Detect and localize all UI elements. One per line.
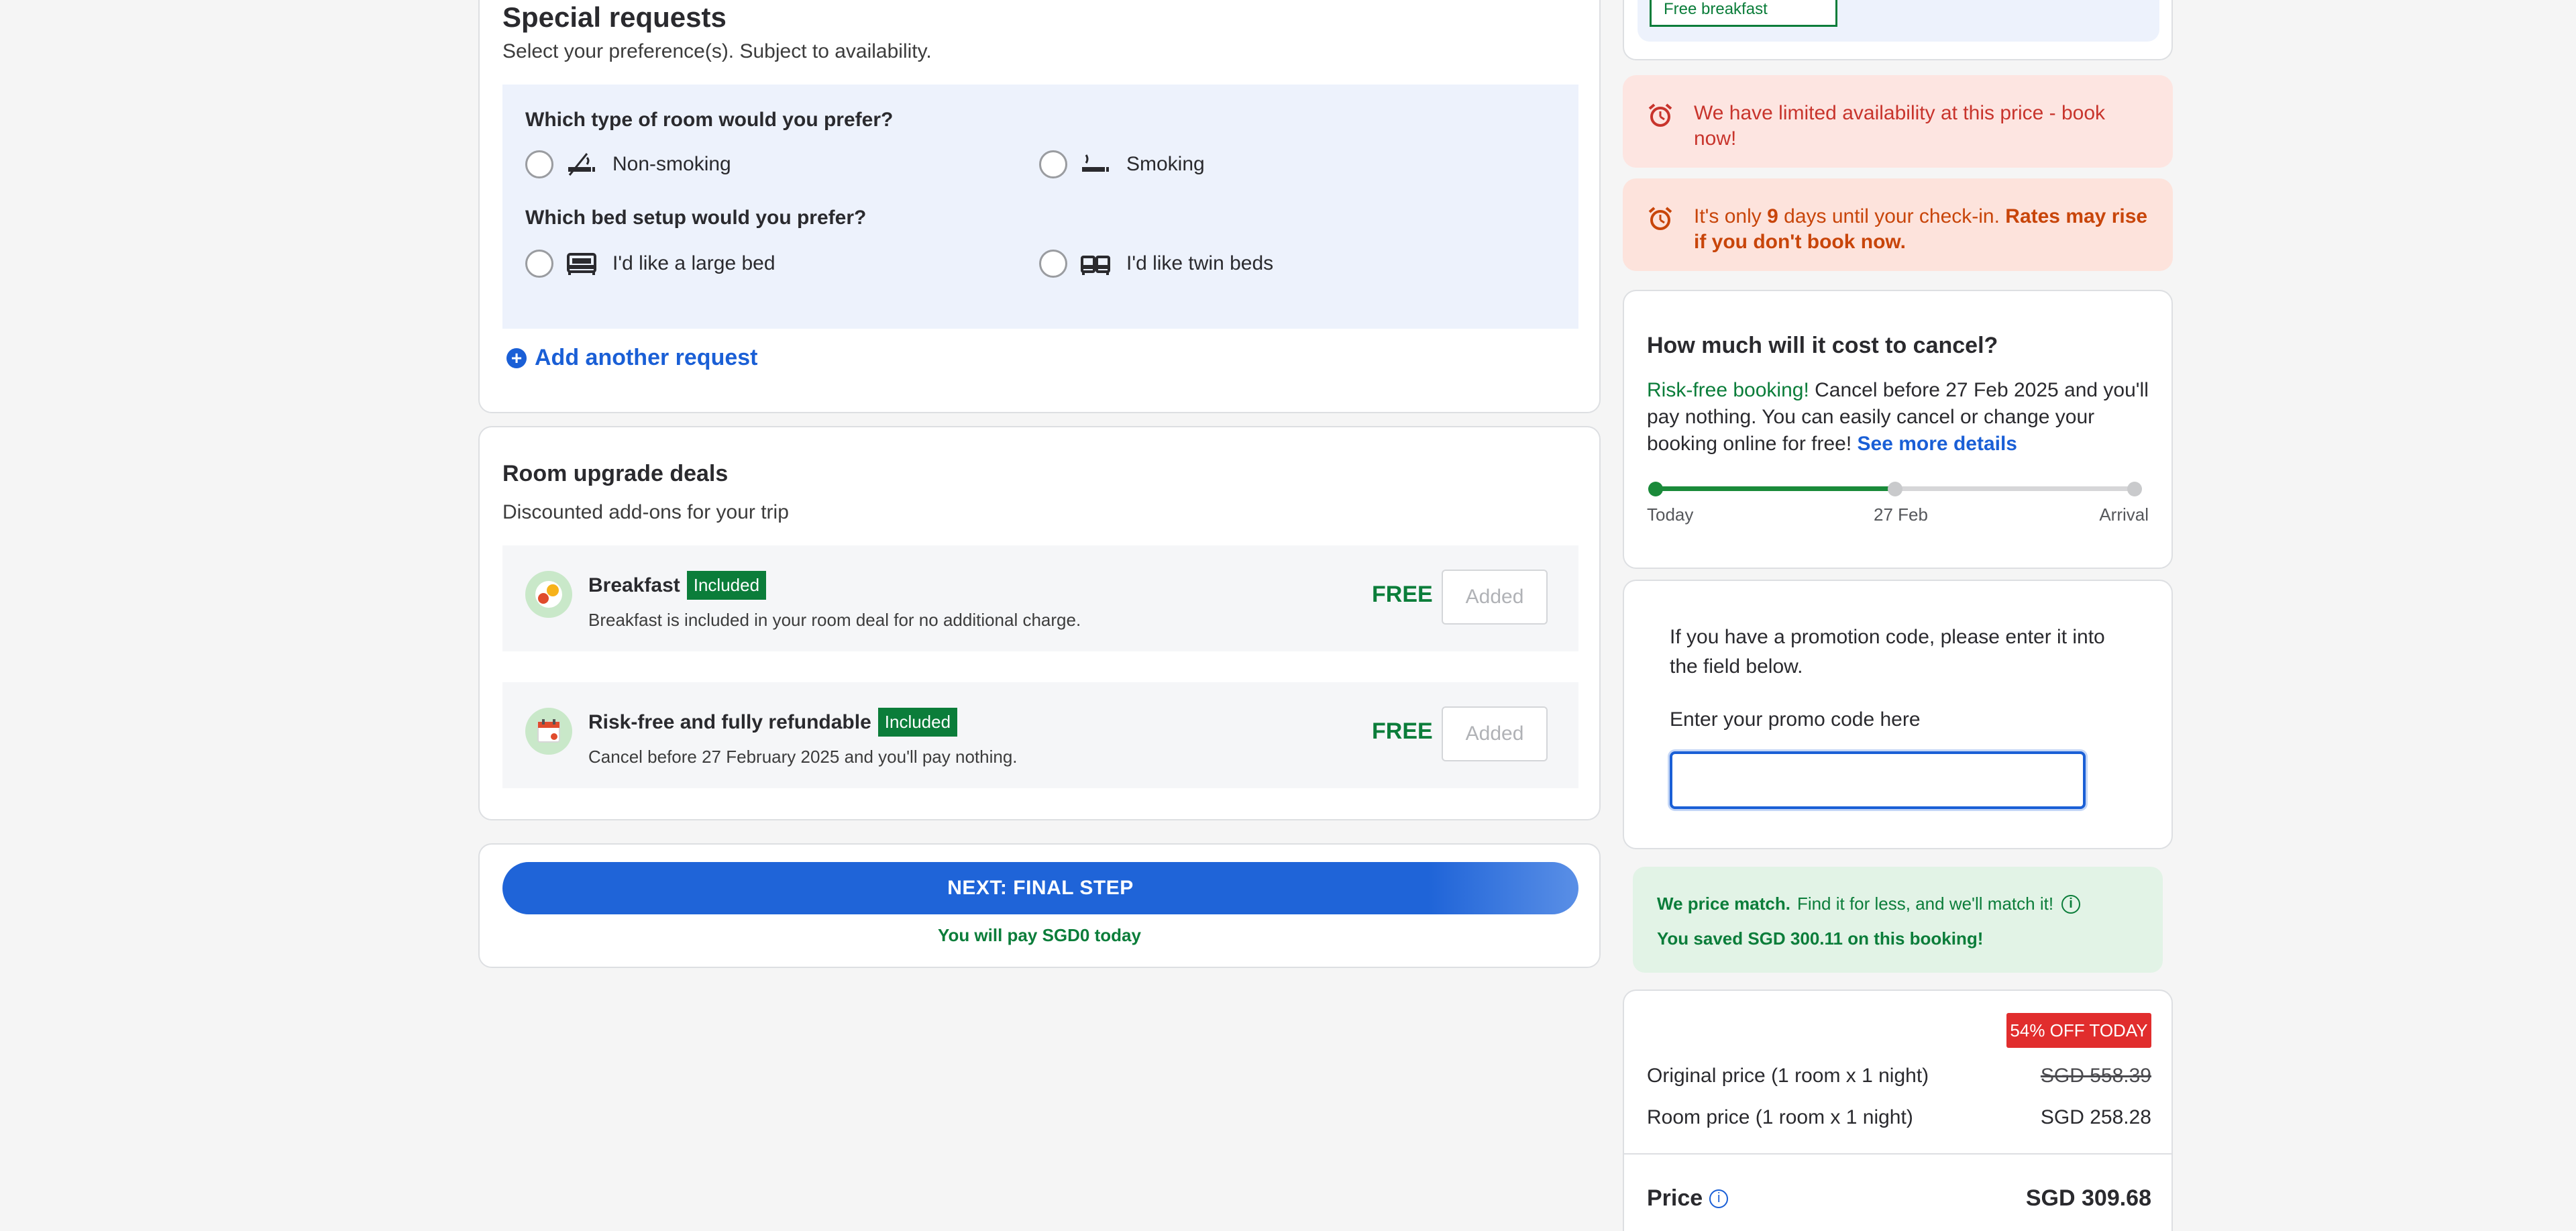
timeline-label-deadline: 27 Feb	[1874, 504, 1928, 525]
limited-availability-alert: We have limited availability at this pri…	[1623, 75, 2173, 168]
price-divider	[1624, 1153, 2171, 1155]
risk-free-label: Risk-free booking!	[1647, 379, 1809, 401]
non-smoking-radio[interactable]	[525, 150, 553, 178]
non-smoking-label: Non-smoking	[612, 153, 731, 175]
room-summary-inner: Free breakfast	[1638, 0, 2159, 42]
limited-availability-text: We have limited availability at this pri…	[1694, 102, 2106, 150]
alarm-clock-icon	[1647, 102, 1674, 129]
room-upgrade-card: Room upgrade deals Discounted add-ons fo…	[478, 426, 1601, 820]
twin-beds-label: I'd like twin beds	[1126, 252, 1274, 274]
room-price-row: Room price (1 room x 1 night) SGD 258.28	[1647, 1106, 2151, 1129]
deal-breakfast-title: Breakfast Included	[588, 571, 767, 600]
smoking-icon	[1081, 151, 1113, 178]
add-request-label: Add another request	[535, 345, 758, 370]
twin-beds-icon	[1081, 250, 1113, 277]
cancel-title: How much will it cost to cancel?	[1647, 333, 1998, 358]
checkin-days-text: It's only 9 days until your check-in. Ra…	[1694, 204, 2153, 255]
info-icon[interactable]: i	[2061, 894, 2081, 914]
days-count: 9	[1767, 205, 1778, 227]
twin-beds-option[interactable]: I'd like twin beds	[1039, 250, 1273, 278]
pay-today-note: You will pay SGD0 today	[938, 925, 1141, 945]
cancel-text: Risk-free booking! Cancel before 27 Feb …	[1647, 377, 2157, 458]
deal-breakfast: Breakfast Included Breakfast is included…	[502, 545, 1578, 651]
timeline-dot-arrival	[2127, 482, 2142, 496]
deal-refundable: Risk-free and fully refundable Included …	[502, 682, 1578, 788]
checkin-days-alert: It's only 9 days until your check-in. Ra…	[1623, 178, 2173, 271]
included-badge: Included	[686, 571, 767, 600]
smoking-label: Smoking	[1126, 153, 1205, 175]
original-price-label: Original price (1 room x 1 night)	[1647, 1065, 1929, 1087]
next-step-card: NEXT: FINAL STEP You will pay SGD0 today	[478, 843, 1601, 968]
twin-beds-radio[interactable]	[1039, 250, 1067, 278]
included-badge: Included	[877, 708, 958, 737]
add-request-link[interactable]: + Add another request	[506, 345, 757, 371]
large-bed-radio[interactable]	[525, 250, 553, 278]
days-mid: days until your check-in.	[1778, 205, 2006, 227]
deal-refundable-desc: Cancel before 27 February 2025 and you'l…	[588, 747, 1018, 767]
large-bed-icon	[567, 250, 599, 277]
special-requests-card: Special requests Select your preference(…	[478, 0, 1601, 413]
alarm-clock-icon	[1647, 205, 1674, 232]
deal-breakfast-name: Breakfast	[588, 574, 680, 596]
calendar-icon	[525, 708, 572, 755]
deal-refundable-title: Risk-free and fully refundable Included	[588, 708, 958, 737]
promo-code-card: If you have a promotion code, please ent…	[1623, 580, 2173, 849]
total-price-label-wrap: Price i	[1647, 1185, 1729, 1212]
promo-label: Enter your promo code here	[1670, 708, 1921, 731]
price-breakdown-card: 54% OFF TODAY Original price (1 room x 1…	[1623, 989, 2173, 1231]
total-price-value: SGD 309.68	[2025, 1185, 2151, 1211]
total-price-row: Price i SGD 309.68	[1647, 1185, 2151, 1212]
original-price-value: SGD 558.39	[2040, 1065, 2151, 1087]
price-match-text: Find it for less, and we'll match it!	[1796, 894, 2054, 914]
cancel-timeline	[1648, 482, 2142, 496]
plus-circle-icon: +	[506, 347, 527, 368]
price-info-icon[interactable]: i	[1709, 1189, 1729, 1208]
original-price-row: Original price (1 room x 1 night) SGD 55…	[1647, 1065, 2151, 1087]
timeline-label-today: Today	[1647, 504, 1694, 525]
breakfast-added-button[interactable]: Added	[1442, 570, 1548, 625]
deal-breakfast-price: FREE	[1372, 582, 1433, 607]
upgrade-subtitle: Discounted add-ons for your trip	[502, 501, 789, 523]
promo-instructions: If you have a promotion code, please ent…	[1670, 626, 2105, 678]
timeline-dot-today	[1648, 482, 1663, 496]
deal-refundable-name: Risk-free and fully refundable	[588, 710, 871, 733]
next-final-step-button[interactable]: NEXT: FINAL STEP	[502, 862, 1578, 914]
price-match-banner: We price match. Find it for less, and we…	[1633, 867, 2163, 973]
free-breakfast-chip: Free breakfast	[1650, 0, 1837, 27]
timeline-progress	[1648, 486, 1895, 491]
timeline-label-arrival: Arrival	[2099, 504, 2149, 525]
room-price-value: SGD 258.28	[2040, 1106, 2151, 1128]
no-smoking-icon	[567, 151, 599, 178]
promo-code-input[interactable]	[1670, 751, 2086, 809]
special-requests-subtitle: Select your preference(s). Subject to av…	[502, 40, 932, 62]
cancellation-card: How much will it cost to cancel? Risk-fr…	[1623, 290, 2173, 569]
special-requests-title: Special requests	[502, 1, 727, 33]
discount-badge: 54% OFF TODAY	[2006, 1013, 2151, 1048]
smoking-option[interactable]: Smoking	[1039, 150, 1205, 178]
large-bed-label: I'd like a large bed	[612, 252, 775, 274]
room-type-question: Which type of room would you prefer?	[525, 109, 894, 131]
price-match-line: We price match. Find it for less, and we…	[1657, 894, 2081, 914]
upgrade-title: Room upgrade deals	[502, 461, 729, 486]
room-price-label: Room price (1 room x 1 night)	[1647, 1106, 1913, 1128]
total-price-label: Price	[1647, 1185, 1703, 1211]
room-summary-card: Free breakfast	[1623, 0, 2173, 60]
refundable-added-button[interactable]: Added	[1442, 706, 1548, 761]
timeline-dot-deadline	[1888, 482, 1902, 496]
breakfast-icon	[525, 571, 572, 618]
see-more-details-link[interactable]: See more details	[1858, 433, 2017, 455]
savings-text: You saved SGD 300.11 on this booking!	[1657, 928, 1984, 949]
deal-breakfast-desc: Breakfast is included in your room deal …	[588, 610, 1081, 630]
days-prefix: It's only	[1694, 205, 1768, 227]
bed-setup-question: Which bed setup would you prefer?	[525, 207, 867, 229]
non-smoking-option[interactable]: Non-smoking	[525, 150, 731, 178]
large-bed-option[interactable]: I'd like a large bed	[525, 250, 775, 278]
price-match-bold: We price match.	[1657, 894, 1790, 914]
deal-refundable-price: FREE	[1372, 718, 1433, 744]
smoking-radio[interactable]	[1039, 150, 1067, 178]
preferences-box: Which type of room would you prefer? Non…	[502, 85, 1578, 329]
